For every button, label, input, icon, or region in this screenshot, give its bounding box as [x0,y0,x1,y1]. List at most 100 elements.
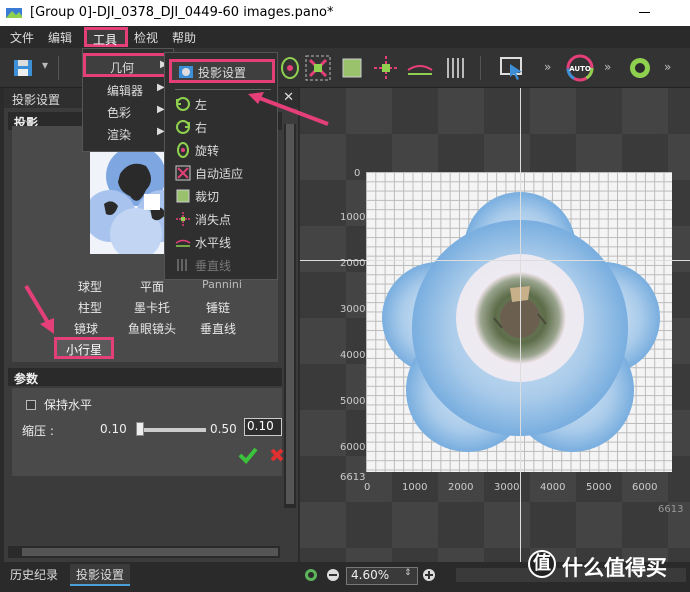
params-section-header[interactable]: 参数 [8,368,282,386]
compress-slider-track[interactable] [136,428,206,432]
compress-slider-handle[interactable] [136,422,144,436]
menu-view[interactable]: 检视 [134,29,158,46]
toolbar-separator [58,56,59,80]
menu-item-label: 裁切 [195,190,220,204]
geometry-submenu: 投影设置 左 右 旋转 自动适应 裁切 消失点 水平线 垂直线 [164,52,278,280]
menu-item-label: 色彩 [107,106,132,120]
save-dropdown-icon[interactable]: ▾ [42,58,48,72]
x-tick: 5000 [586,482,612,493]
y-tick: 3000 [340,304,366,315]
menu-edit[interactable]: 编辑 [48,29,72,46]
tools-dropdown-menu: 几何 ▶ 编辑器 ▶ 色彩 ▶ 渲染 ▶ [82,48,175,152]
minimize-button[interactable] [639,12,650,13]
horizon-toolbar-icon[interactable] [406,54,434,82]
projection-planar[interactable]: 平面 [140,278,164,295]
menu-item-auto-fit[interactable]: 自动适应 [169,162,275,184]
x-tick: 2000 [448,482,474,493]
menu-item-rotate[interactable]: 旋转 [169,139,275,161]
params-box: 保持水平 缩压 : 0.10 0.50 0.10 [12,388,284,476]
menu-item-label: 编辑器 [107,84,144,98]
toolbar-more-icon[interactable]: » [544,60,551,74]
x-tick: 6000 [632,482,658,493]
toolbar-more-icon[interactable]: » [664,60,671,74]
menu-help[interactable]: 帮助 [172,29,196,46]
render-toolbar-icon[interactable] [626,54,654,82]
compress-input[interactable]: 0.10 [244,418,282,436]
cancel-icon[interactable] [270,446,284,464]
menu-item-crop[interactable]: 裁切 [169,185,275,207]
vertical-line-toolbar-icon[interactable] [442,54,470,82]
menu-tools[interactable]: 工具 [84,27,128,47]
menu-item-color[interactable]: 色彩 ▶ [83,101,175,123]
zoom-fit-icon[interactable] [304,568,318,582]
panel-horizontal-scroll-thumb[interactable] [22,548,278,556]
canvas-size-label: 6613 [658,504,684,515]
projection-spherical[interactable]: 球型 [78,278,102,295]
check-icon[interactable] [238,446,258,464]
keep-level-checkbox[interactable] [26,400,36,410]
menu-file[interactable]: 文件 [10,29,34,46]
compress-min-value: 0.10 [100,422,127,436]
menu-item-label: 投影设置 [198,66,247,80]
projection-mirror-ball[interactable]: 镜球 [74,320,98,337]
menu-item-projection-settings[interactable]: 投影设置 [169,59,275,83]
y-tick: 4000 [340,350,366,361]
menu-item-geometry[interactable]: 几何 ▶ [83,53,175,77]
compress-max-value: 0.50 [210,422,237,436]
little-planet-preview [382,192,660,452]
projection-fisheye[interactable]: 鱼眼镜头 [128,320,176,337]
vertical-line-icon [177,259,187,271]
crosshair-horizontal[interactable] [300,260,690,261]
app-icon [6,8,22,18]
save-icon[interactable] [10,54,38,82]
panel-title: 投影设置 [12,93,61,107]
menu-item-vanishing-point[interactable]: 消失点 [169,208,275,230]
menu-item-render[interactable]: 渲染 ▶ [83,123,175,145]
auto-label: AUTO [569,65,591,73]
auto-fit-toolbar-icon[interactable] [304,54,332,82]
tab-history[interactable]: 历史纪录 [4,564,64,586]
menu-item-label: 右 [195,121,208,135]
projection-mercator[interactable]: 墨卡托 [134,299,170,316]
preview-canvas[interactable]: 0 1000 2000 3000 4000 5000 6000 6613 0 1… [300,88,690,562]
params-section-title: 参数 [14,372,39,386]
crop-toolbar-icon[interactable] [338,54,366,82]
auto-fit-icon [175,165,191,181]
menu-item-horizon[interactable]: 水平线 [169,231,275,253]
zoom-in-icon[interactable] [422,568,436,582]
x-tick: 3000 [494,482,520,493]
projection-little-planet-button[interactable]: 小行星 [54,337,114,359]
title-bar: [Group 0]-DJI_0378_DJI_0449-60 images.pa… [0,0,690,26]
vanishing-point-toolbar-icon[interactable] [372,54,400,82]
rotate-toolbar-icon[interactable] [276,54,304,82]
bottom-tabs: 历史纪录 投影设置 [0,562,300,592]
rotate-left-icon [176,97,190,111]
panel-vertical-scroll-thumb[interactable] [286,124,294,504]
projection-hammer[interactable]: 锤链 [206,299,230,316]
crosshair-vertical[interactable] [520,88,521,562]
menu-bar: 文件 编辑 工具 检视 帮助 [0,26,690,48]
watermark-logo-icon: 值 [528,550,556,578]
window-title: [Group 0]-DJI_0378_DJI_0449-60 images.pa… [30,5,334,20]
select-toolbar-icon[interactable] [498,54,526,82]
annotation-arrow-icon [248,92,329,126]
rotate-right-icon [176,120,190,134]
tab-projection-settings[interactable]: 投影设置 [70,564,131,586]
auto-color-icon[interactable]: AUTO [566,54,594,82]
zoom-spinner-icon[interactable]: ⇕ [404,568,412,578]
y-tick: 6613 [340,472,366,483]
annotation-arrow-icon [24,284,54,334]
zoom-out-icon[interactable] [326,568,340,582]
projection-vertical[interactable]: 垂直线 [200,320,236,337]
projection-cylindrical[interactable]: 柱型 [78,299,102,316]
watermark: 值 什么值得买 [528,548,688,582]
menu-item-label: 几何 [110,61,135,75]
menu-item-label: 垂直线 [195,259,232,273]
menu-item-editor[interactable]: 编辑器 ▶ [83,79,175,101]
menu-item-label: 消失点 [195,213,232,227]
menu-item-label: 左 [195,98,208,112]
menu-item-label: 旋转 [195,144,220,158]
toolbar-more-icon[interactable]: » [604,60,611,74]
horizon-icon [175,239,191,247]
y-tick: 6000 [340,442,366,453]
